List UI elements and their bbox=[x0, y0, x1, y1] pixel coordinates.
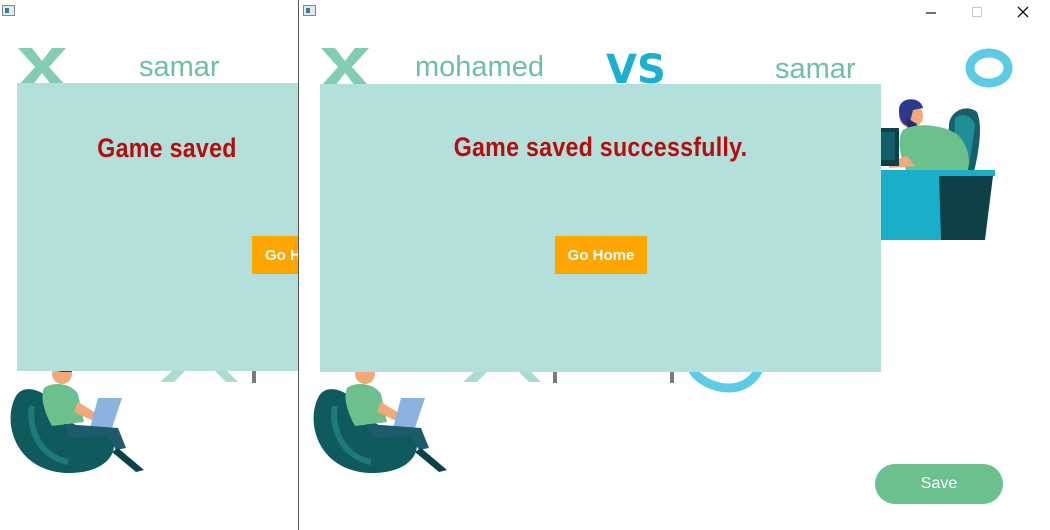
player-one-name: mohamed bbox=[415, 51, 544, 83]
app-icon bbox=[303, 5, 316, 16]
maximize-button[interactable] bbox=[954, 0, 1000, 24]
close-icon bbox=[1017, 6, 1029, 18]
background-game-window: samar Game saved Go H bbox=[0, 0, 300, 530]
save-confirmation-dialog: Game saved Go H bbox=[17, 83, 300, 371]
dialog-message: Game saved successfully. bbox=[453, 132, 748, 162]
player-two-name: samar bbox=[775, 53, 856, 85]
maximize-icon bbox=[971, 6, 982, 17]
app-icon bbox=[2, 5, 15, 16]
x-mark-icon bbox=[321, 48, 369, 86]
save-confirmation-dialog: Game saved successfully. Go Home bbox=[320, 84, 881, 372]
person-on-beanbag-illustration bbox=[10, 364, 144, 474]
minimize-button[interactable] bbox=[908, 0, 954, 24]
minimize-icon bbox=[925, 11, 936, 14]
player-name-right: samar bbox=[139, 51, 220, 83]
title-bar[interactable] bbox=[299, 0, 1050, 24]
save-button[interactable]: Save bbox=[875, 464, 1003, 504]
o-mark-icon bbox=[965, 48, 1013, 88]
game-window: mohamed VS samar Save Game saved success… bbox=[298, 0, 1050, 530]
x-mark-icon bbox=[18, 48, 66, 86]
person-on-beanbag-illustration bbox=[313, 364, 447, 474]
go-home-button[interactable]: Go H bbox=[252, 236, 300, 274]
go-home-button[interactable]: Go Home bbox=[555, 236, 647, 274]
dialog-message: Game saved bbox=[97, 133, 237, 163]
close-button[interactable] bbox=[1000, 0, 1046, 24]
title-bar[interactable] bbox=[0, 0, 300, 24]
